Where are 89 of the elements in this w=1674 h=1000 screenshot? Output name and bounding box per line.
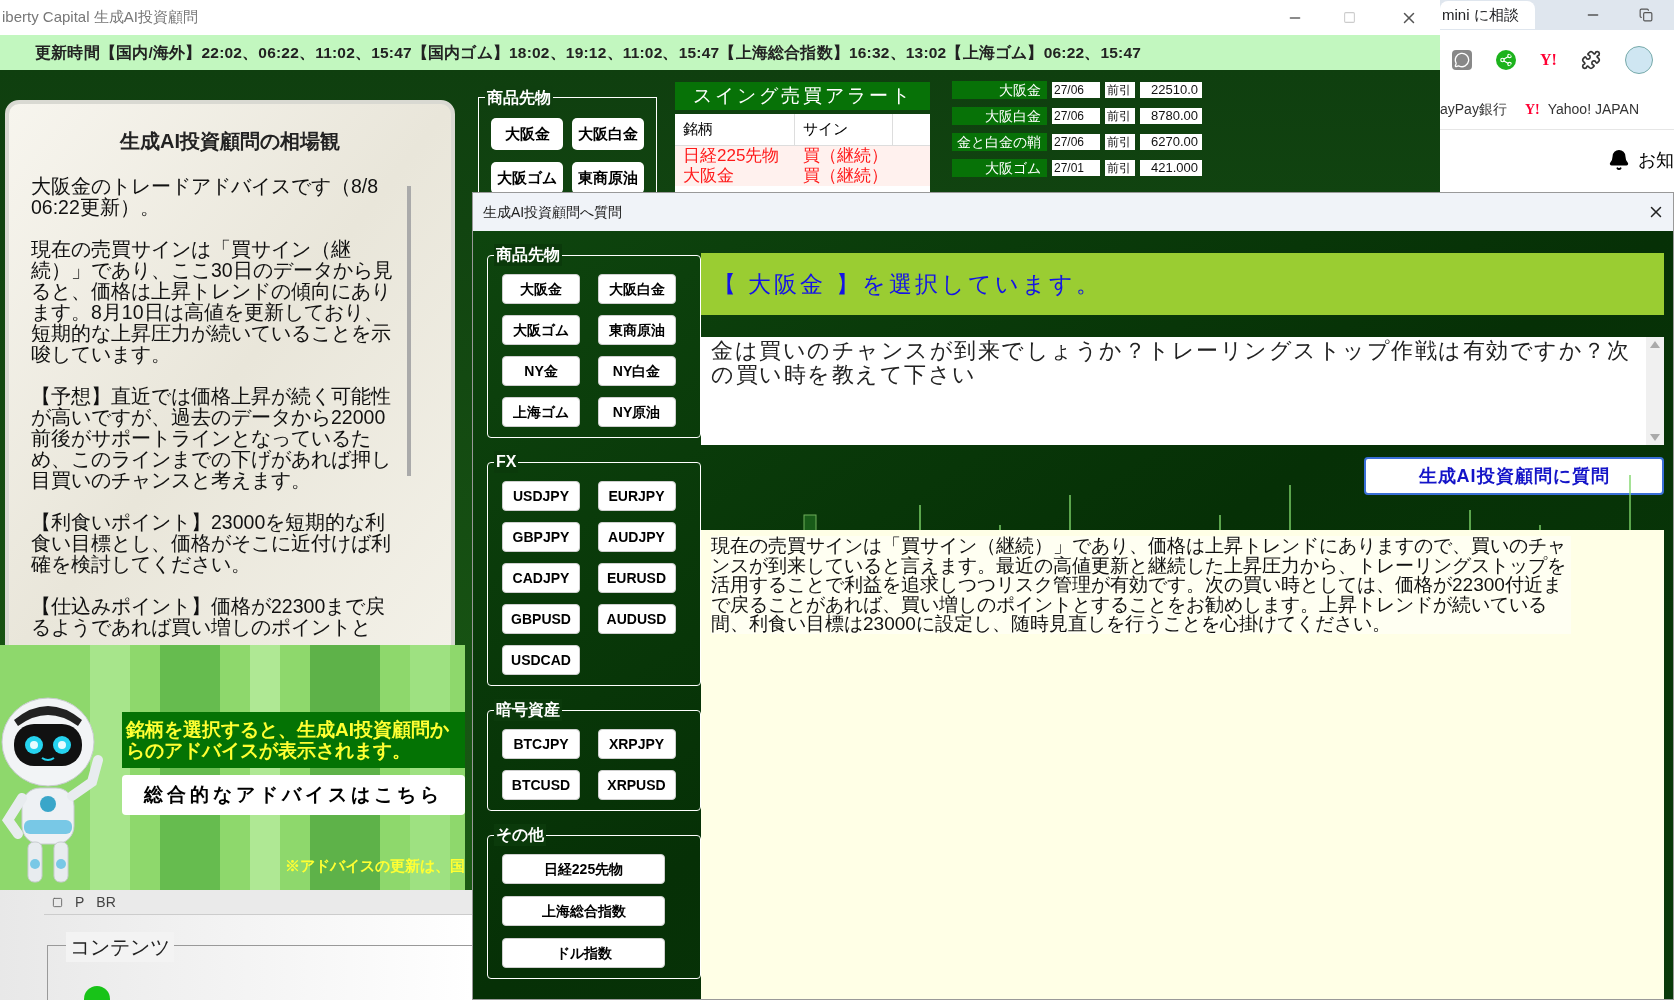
advice-paragraph: 【予想】直近では価格上昇が続く可能性が高いですが、過去のデータから22000前後がサポートラインとなっているため、このラインまでの下げがあれば押し目買いのチャンスと考えます。 bbox=[31, 386, 392, 491]
instrument-button[interactable]: 大阪金 bbox=[502, 274, 580, 304]
instrument-button[interactable]: 大阪白金 bbox=[572, 118, 644, 150]
chat-bubble-icon[interactable] bbox=[1452, 50, 1472, 70]
logo-icon[interactable] bbox=[1624, 46, 1653, 74]
instrument-button[interactable]: XRPUSD bbox=[597, 770, 676, 800]
toolbar-button[interactable]: BR bbox=[96, 891, 116, 913]
price-name: 大阪金 bbox=[952, 81, 1047, 99]
select-icon[interactable] bbox=[52, 896, 63, 908]
table-cell-text: 買（継続） bbox=[802, 166, 889, 186]
ask-advisor-button[interactable]: 生成AI投資顧問に質問 bbox=[1364, 457, 1664, 495]
instrument-button[interactable]: 上海総合指数 bbox=[502, 896, 665, 926]
advice-paragraph: 現在の売買サインは「買サイン（継続）」であり、ここ30日のデータから見ると、価格は上昇トレンドの傾向にあります。8月10日は高値を更新しており、短期的な上昇圧力が続いていることを示唆しています。 bbox=[31, 239, 394, 365]
price-value: 8780.00 bbox=[1140, 108, 1202, 124]
instrument-button[interactable]: 東商原油 bbox=[572, 162, 644, 194]
column-header: 銘柄 bbox=[675, 114, 795, 145]
instrument-button[interactable]: XRPJPY bbox=[597, 729, 676, 759]
group-legend: その他 bbox=[494, 824, 546, 846]
bookmark-logo: Y! bbox=[1524, 101, 1540, 119]
selected-instrument-banner: 【 大阪金 】を選択しています。 bbox=[701, 253, 1664, 315]
update-time-bar: 更新時間【国内/海外】22:02、06:22、11:02、15:47【国内ゴム】18:02、19:12、11:02、15:47【上海総合指数】16:32、13:02【上海ゴム】06:22、15:47 bbox=[0, 35, 1440, 70]
advice-paragraph: 【利食いポイント】23000を短期的な利食い目標とし、価格がそこに近付けば利確を検討してください。 bbox=[31, 512, 392, 575]
group-legend: 暗号資産 bbox=[494, 699, 562, 721]
price-name: 大阪白金 bbox=[952, 107, 1047, 125]
restore-icon[interactable] bbox=[1638, 8, 1653, 22]
instrument-button[interactable]: USDCAD bbox=[502, 645, 580, 675]
fieldset-legend: コンテンツ bbox=[66, 932, 174, 962]
price-value: 421.000 bbox=[1140, 160, 1202, 176]
price-session: 前引 bbox=[1105, 108, 1135, 124]
instrument-button[interactable]: CADJPY bbox=[502, 563, 580, 593]
update-note: ※アドバイスの更新は、国 bbox=[284, 856, 465, 876]
instrument-button[interactable]: AUDUSD bbox=[597, 604, 676, 634]
advice-paragraph: 【仕込みポイント】価格が22300まで戻るようであれば買い増しのポイントと bbox=[31, 596, 387, 638]
instrument-button[interactable]: 東商原油 bbox=[597, 315, 676, 345]
question-field[interactable]: 金は買いのチャンスが到来でしょうか？トレーリングストップ作戦は有効ですか？次の買い時を教えて下さい bbox=[701, 337, 1664, 445]
scrollbar[interactable] bbox=[1646, 337, 1664, 445]
price-date: 27/01 bbox=[1052, 160, 1100, 176]
overall-advice-button[interactable]: 総合的なアドバイスはこちら bbox=[122, 775, 465, 815]
browser-tab[interactable]: mini に相談 bbox=[1440, 1, 1535, 29]
price-date: 27/06 bbox=[1052, 134, 1100, 150]
instrument-button[interactable]: BTCUSD bbox=[502, 770, 580, 800]
window-title: iberty Capital 生成AI投資顧問 bbox=[1, 7, 199, 28]
price-session: 前引 bbox=[1105, 82, 1135, 98]
price-session: 前引 bbox=[1105, 134, 1135, 150]
price-date: 27/06 bbox=[1052, 108, 1100, 124]
instrument-button[interactable]: 大阪白金 bbox=[597, 274, 676, 304]
scrollbar[interactable] bbox=[407, 186, 411, 476]
notice-label: お知 bbox=[1638, 148, 1674, 172]
instrument-button[interactable]: 日経225先物 bbox=[502, 854, 665, 884]
instrument-button[interactable]: EURUSD bbox=[597, 563, 676, 593]
instrument-button[interactable]: NY原油 bbox=[597, 397, 676, 427]
price-name: 金と白金の鞘 bbox=[952, 133, 1047, 151]
table-cell-text: 大阪金 bbox=[682, 166, 735, 186]
instrument-button[interactable]: GBPUSD bbox=[502, 604, 580, 634]
instrument-button[interactable]: BTCJPY bbox=[502, 729, 580, 759]
price-date: 27/06 bbox=[1052, 82, 1100, 98]
table-cell-text: 買（継続） bbox=[802, 146, 889, 166]
dialog-title: 生成AI投資顧問へ質問 bbox=[483, 202, 624, 222]
share-icon[interactable] bbox=[1496, 50, 1516, 70]
extensions-icon[interactable] bbox=[1580, 50, 1601, 70]
instrument-button[interactable]: 上海ゴム bbox=[502, 397, 580, 427]
swing-alert-header: スイング売買アラート bbox=[675, 82, 930, 110]
price-value: 22510.0 bbox=[1140, 82, 1202, 98]
instrument-button[interactable]: 大阪金 bbox=[491, 118, 563, 150]
instrument-button[interactable]: 大阪ゴム bbox=[502, 315, 580, 345]
instrument-button[interactable]: GBPJPY bbox=[502, 522, 580, 552]
instrument-button[interactable]: NY金 bbox=[502, 356, 580, 386]
instrument-button[interactable]: EURJPY bbox=[597, 481, 676, 511]
price-value: 6270.00 bbox=[1140, 134, 1202, 150]
price-session: 前引 bbox=[1105, 160, 1135, 176]
instrument-button[interactable]: AUDJPY bbox=[597, 522, 676, 552]
instrument-button[interactable]: NY白金 bbox=[597, 356, 676, 386]
toolbar-button[interactable]: P bbox=[75, 891, 85, 913]
robot-message: 銘柄を選択すると、生成AI投資顧問からのアドバイスが表示されます。 bbox=[122, 712, 465, 768]
outlook-title: 生成AI投資顧問の相場観 bbox=[118, 129, 341, 154]
bookmark-link[interactable]: ayPay銀行 bbox=[1440, 99, 1507, 120]
table-cell-text: 日経225先物 bbox=[682, 146, 781, 166]
group-legend: FX bbox=[494, 451, 519, 473]
advice-paragraph: 大阪金のトレードアドバイスです（8/8 06:22更新）。 bbox=[31, 176, 380, 218]
instrument-button[interactable]: ドル指数 bbox=[502, 938, 665, 968]
group-legend: 商品先物 bbox=[494, 244, 562, 266]
answer-text: 現在の売買サインは「買サイン（継続）」であり、価格は上昇トレンドにありますので、買いのチャンスが到来していると言えます。最近の高値更新と継続した上昇圧力から、トレーリングストップを活用することで利益を追求しつつリスク管理が有効です。次の買い時としては、価格が22300付近まで戻ることがあれば、買い増しのポイントとすることをお勧めします。上昇トレンドが続いている間、利食い目標は23000に設定し、随時見直しを行うことを心掛けてください。 bbox=[711, 536, 1571, 634]
bell-icon[interactable] bbox=[1608, 149, 1630, 171]
bookmark-link[interactable]: Y! Yahoo! JAPAN bbox=[1524, 99, 1639, 120]
toolbar-logo[interactable]: Y! bbox=[1540, 48, 1557, 72]
instrument-button[interactable]: USDJPY bbox=[502, 481, 580, 511]
column-header: サイン bbox=[795, 114, 893, 145]
instrument-button[interactable]: 大阪ゴム bbox=[491, 162, 563, 194]
price-name: 大阪ゴム bbox=[952, 159, 1047, 177]
